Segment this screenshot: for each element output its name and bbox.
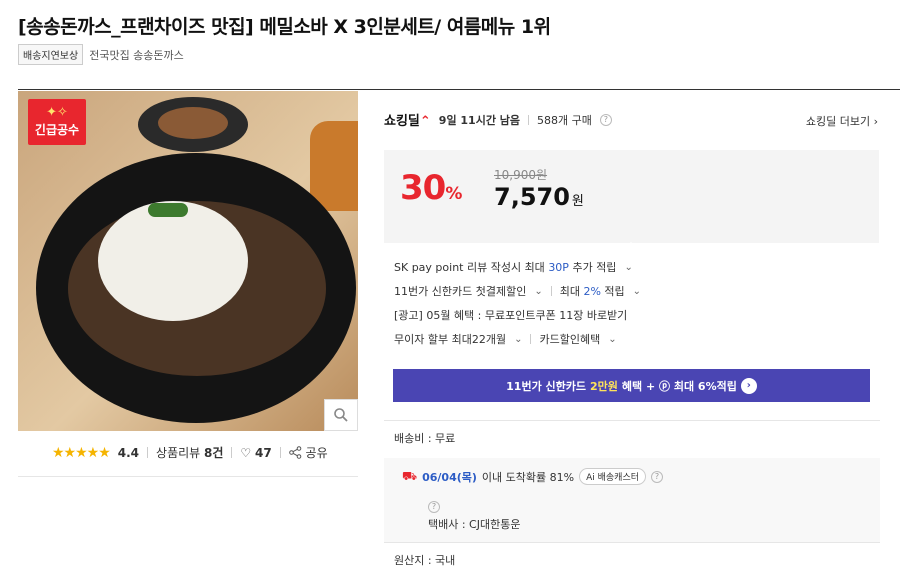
magnifier-icon[interactable] xyxy=(324,399,358,431)
shinhan-card-banner[interactable]: 11번가 신한카드 2만원 혜택 + ⓟ 최대 6%적립 › xyxy=(393,369,870,402)
sparkle-icon: ✦✧ xyxy=(46,105,68,120)
arrival-date: 06/04(목) xyxy=(422,470,477,484)
divider xyxy=(18,89,900,90)
delay-compensation-badge[interactable]: 배송지연보상 xyxy=(18,44,84,65)
shipping-fee: 배송비 : 무료 xyxy=(394,432,456,445)
like-button[interactable]: ♡ 47 xyxy=(240,446,271,460)
purchase-count: 588개 구매 xyxy=(537,113,592,127)
product-title: [송송돈까스_프랜차이즈 맛집] 메밀소바 X 3인분세트/ 여름메뉴 1위 xyxy=(18,16,551,38)
deal-time-left: 9일 11시간 남음 xyxy=(438,113,521,127)
rating-bar: ★★★★★ 4.4 상품리뷰 8건 ♡ 47 공유 xyxy=(52,444,328,461)
shocking-deal-logo: 쇼킹딜⌃ xyxy=(384,114,431,129)
truck-icon: ⛟ xyxy=(402,468,418,483)
chevron-down-icon: ⌄ xyxy=(514,333,523,345)
seller-info: 배송지연보상 전국맛집 송송돈까스 xyxy=(18,44,184,65)
urgent-badge: ✦✧ 긴급공수 xyxy=(28,99,86,145)
help-icon[interactable]: ? xyxy=(428,501,440,513)
sale-price: 7,570 원 xyxy=(494,183,584,211)
deal-header: 쇼킹딜⌃ 9일 11시간 남음 588개 구매 ? xyxy=(384,110,612,129)
price-box: 30% 10,900원 7,570 원 xyxy=(384,150,879,252)
sk-pay-point-row[interactable]: SK pay point 리뷰 작성시 최대 30P 추가 적립 ⌄ xyxy=(394,255,641,279)
more-deals-link[interactable]: 쇼킹딜 더보기 › xyxy=(806,113,878,129)
courier: 택배사 : CJ대한통운 xyxy=(428,518,521,531)
discount-rate: 30% xyxy=(400,168,462,208)
installment-row[interactable]: 무이자 할부 최대22개월 ⌄ 카드할인혜택 ⌄ xyxy=(394,327,641,351)
flame-icon: ⌃ xyxy=(419,114,431,129)
chevron-down-icon: ⌄ xyxy=(608,333,617,345)
delivery-info: ⛟ 06/04(목) 이내 도착확률 81% Ai 배송캐스터 ? ? 택배사 … xyxy=(384,458,880,542)
share-icon xyxy=(288,446,302,459)
chevron-down-icon: ⌄ xyxy=(534,285,543,297)
rating-score: 4.4 xyxy=(117,445,140,460)
original-price: 10,900원 xyxy=(494,168,548,182)
chevron-right-icon: › xyxy=(873,115,878,128)
share-button[interactable]: 공유 xyxy=(288,444,328,461)
card-benefit-row[interactable]: 11번가 신한카드 첫결제할인 ⌄ 최대 2% 적립 ⌄ xyxy=(394,279,641,303)
benefits-list: SK pay point 리뷰 작성시 최대 30P 추가 적립 ⌄ 11번가 … xyxy=(394,255,641,351)
review-link[interactable]: 상품리뷰 8건 xyxy=(156,444,223,461)
ai-delivery-caster-badge: Ai 배송캐스터 xyxy=(579,468,647,485)
ad-coupon-link[interactable]: [광고] 05월 혜택 : 무료포인트쿠폰 11장 바로받기 xyxy=(394,303,641,327)
arrival-probability: 이내 도착확률 81% xyxy=(481,470,575,484)
star-rating-icon: ★★★★★ xyxy=(52,444,111,461)
product-image[interactable]: ✦✧ 긴급공수 xyxy=(18,91,358,431)
urgent-badge-label: 긴급공수 xyxy=(34,123,80,137)
chevron-down-icon: ⌄ xyxy=(624,261,633,273)
origin: 원산지 : 국내 xyxy=(394,554,456,567)
arrow-right-icon: › xyxy=(740,377,757,394)
chevron-down-icon: ⌄ xyxy=(632,285,642,297)
help-icon[interactable]: ? xyxy=(599,113,612,126)
help-icon[interactable]: ? xyxy=(651,470,664,483)
heart-icon: ♡ xyxy=(240,445,252,460)
seller-name[interactable]: 전국맛집 송송돈까스 xyxy=(89,47,184,63)
